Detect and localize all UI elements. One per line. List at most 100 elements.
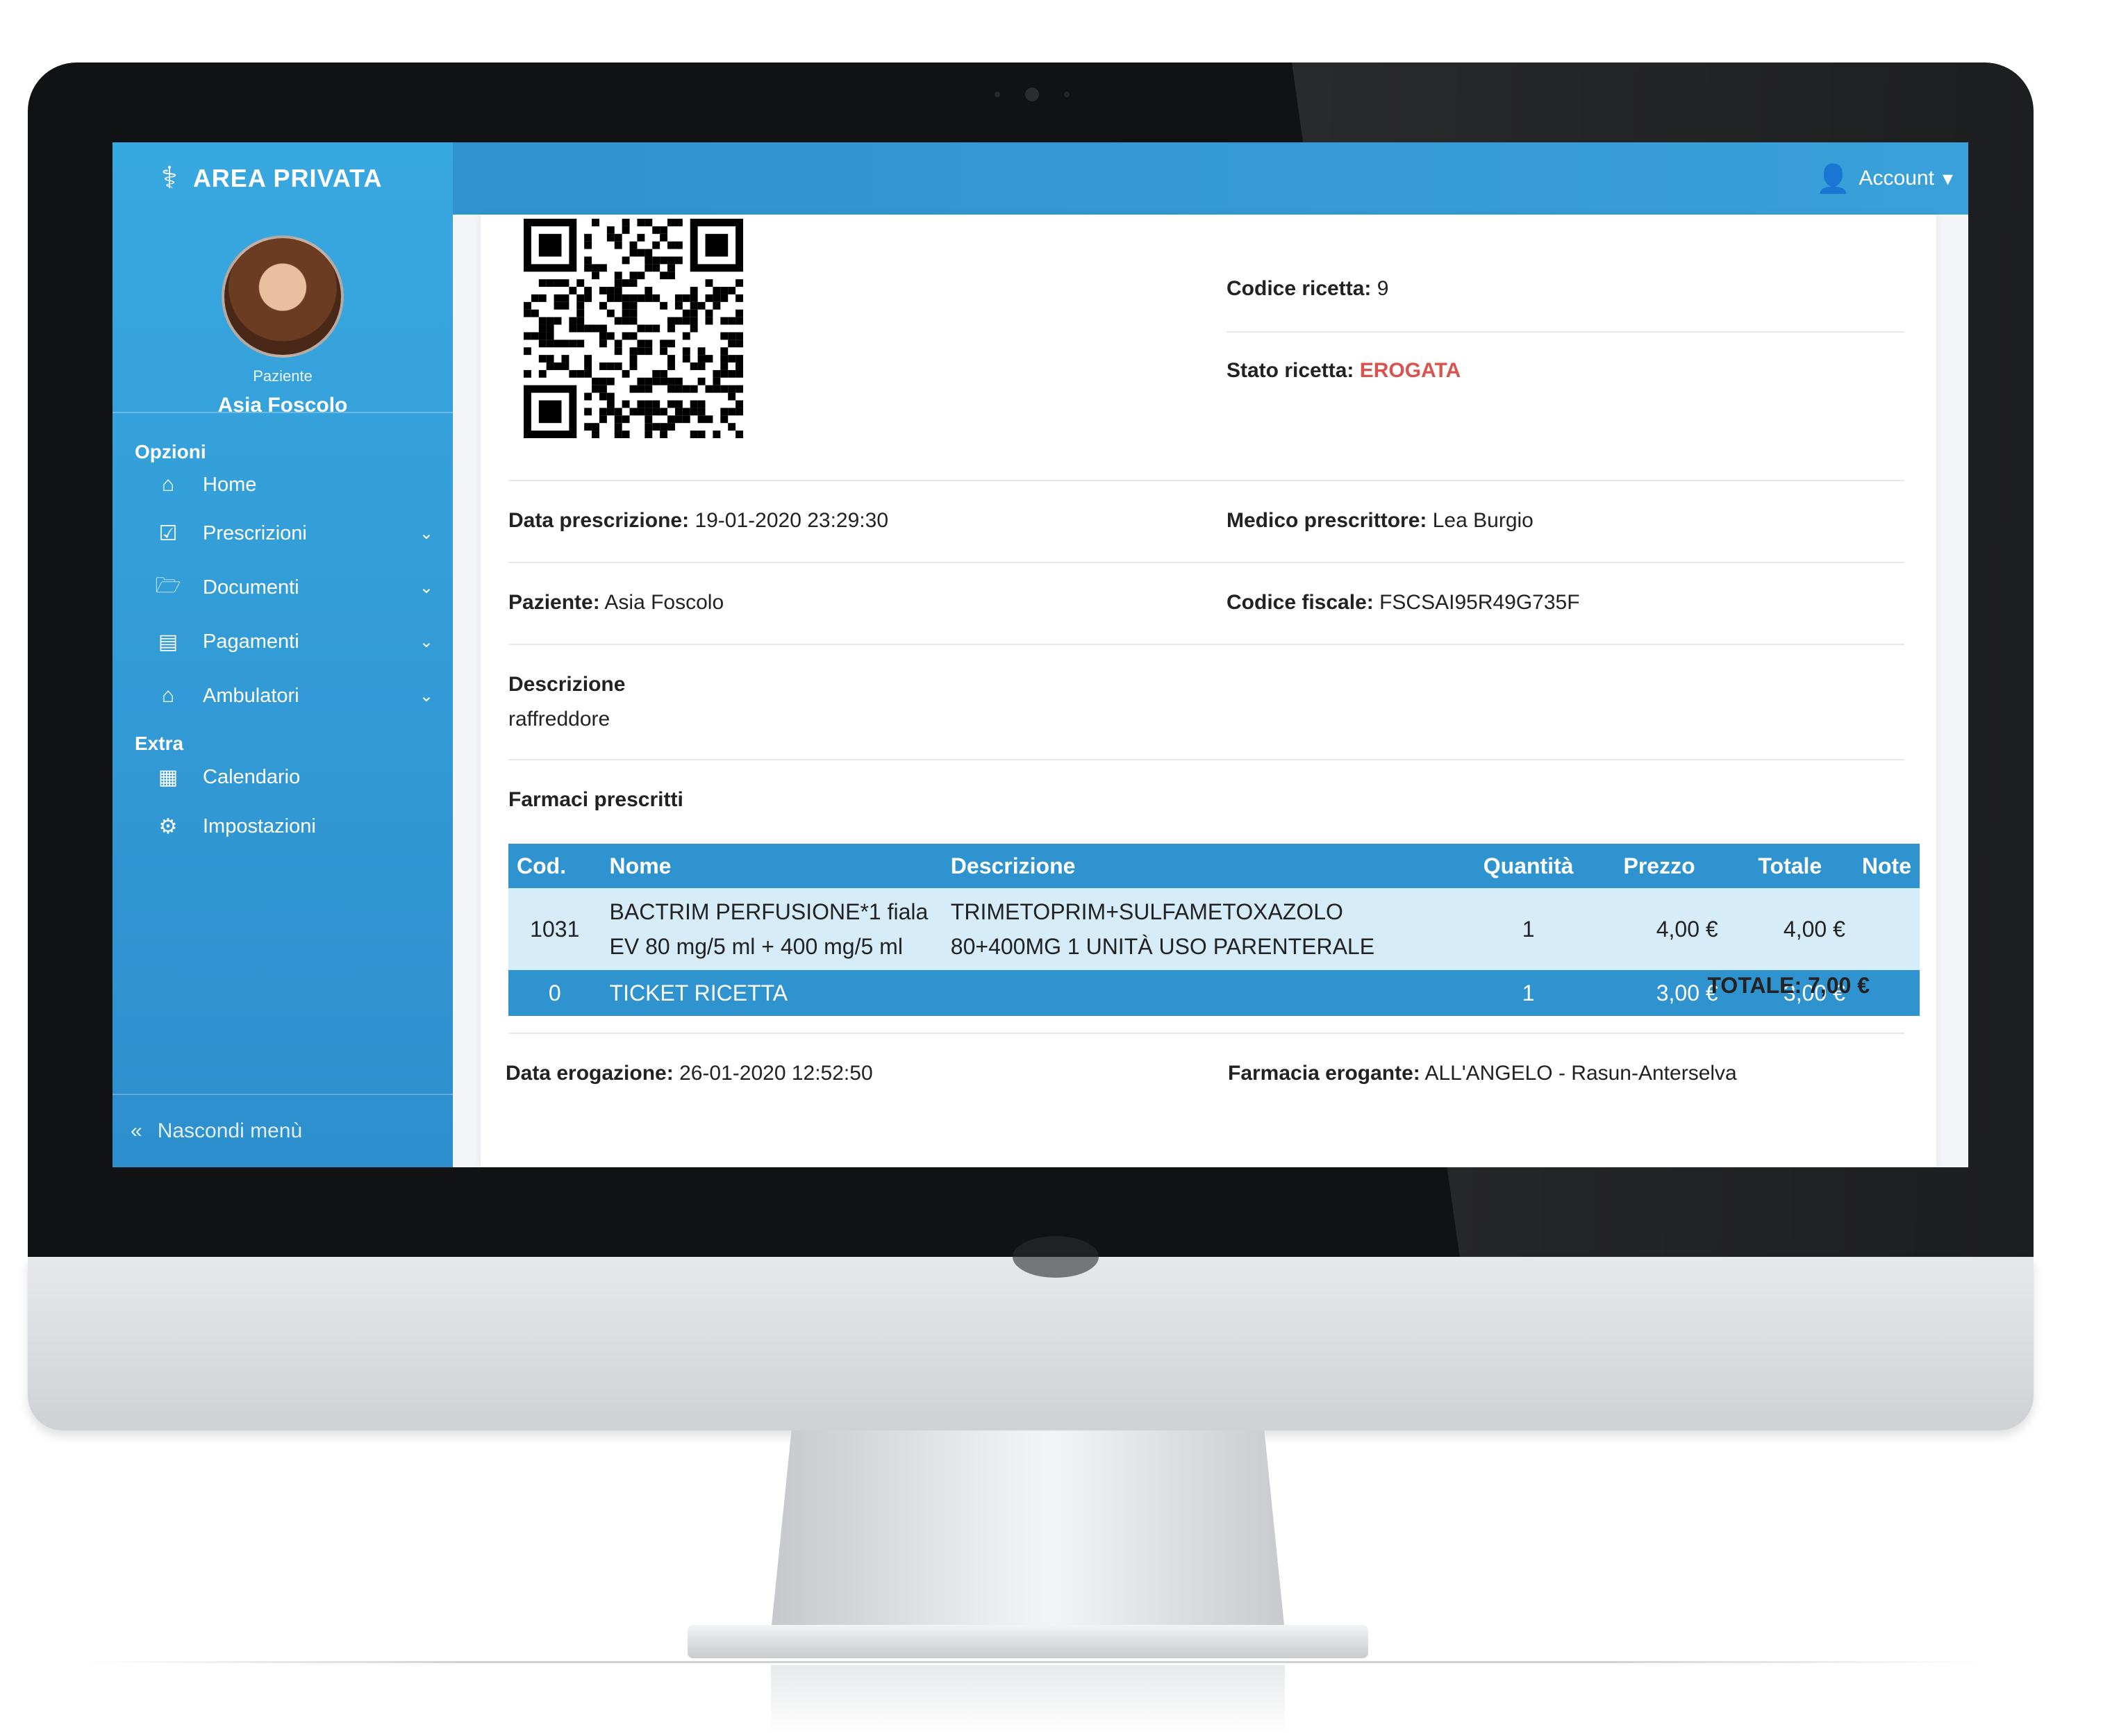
codice-fiscale: Codice fiscale: FSCSAI95R49G735F bbox=[1227, 591, 1580, 615]
chevron-down-icon[interactable]: ⌄ bbox=[419, 524, 433, 544]
camera-icon bbox=[1025, 87, 1039, 101]
descrizione-value: raffreddore bbox=[508, 708, 610, 731]
hide-menu-button[interactable]: « Nascondi menù bbox=[113, 1094, 453, 1167]
descrizione-label: Descrizione bbox=[508, 673, 626, 696]
farmaci-title: Farmaci prescritti bbox=[508, 788, 683, 811]
double-chevron-left-icon: « bbox=[131, 1119, 142, 1142]
sidebar-item-impostazioni[interactable]: ⚙ Impostazioni bbox=[113, 799, 453, 853]
codice-fiscale-label: Codice fiscale: bbox=[1227, 591, 1374, 614]
sidebar-item-calendario[interactable]: ▦ Calendario bbox=[113, 755, 453, 799]
monitor-foot bbox=[688, 1625, 1368, 1658]
gear-icon: ⚙ bbox=[158, 815, 178, 838]
sidebar-item-label: Home bbox=[203, 473, 257, 496]
account-menu[interactable]: 👤 Account ▾ bbox=[1816, 158, 1953, 199]
profile-name: Asia Foscolo bbox=[217, 394, 348, 417]
data-prescrizione-label: Data prescrizione: bbox=[508, 509, 690, 532]
caret-down-icon: ▾ bbox=[1942, 167, 1953, 190]
sensor-dot bbox=[995, 92, 1000, 97]
sidebar-item-home[interactable]: ⌂ Home bbox=[113, 463, 453, 506]
account-label: Account bbox=[1859, 167, 1934, 190]
farmacia-label: Farmacia erogante: bbox=[1228, 1062, 1420, 1085]
column-header: Cod. bbox=[508, 844, 601, 888]
calendar-check-icon: ☑ bbox=[158, 521, 178, 545]
topbar: 👤 Account ▾ bbox=[453, 142, 1968, 215]
cell-cod: 1031 bbox=[508, 888, 601, 970]
cell-prezzo: 3,00 € bbox=[1592, 970, 1727, 1016]
brand[interactable]: ⚕ AREA PRIVATA bbox=[113, 142, 453, 215]
data-erogazione: Data erogazione: 26-01-2020 12:52:50 bbox=[506, 1062, 873, 1085]
cell-nome: TICKET RICETTA bbox=[601, 970, 942, 1016]
codice-ricetta: Codice ricetta: 9 bbox=[1227, 277, 1388, 301]
calendar-icon: ▦ bbox=[158, 765, 178, 789]
hide-menu-label: Nascondi menù bbox=[157, 1119, 303, 1142]
cell-descrizione-line: TRIMETOPRIM+SULFAMETOXAZOLO bbox=[950, 899, 1343, 924]
cell-quantita: 1 bbox=[1464, 970, 1593, 1016]
paziente-value: Asia Foscolo bbox=[604, 591, 724, 614]
sidebar-item-label: Calendario bbox=[203, 765, 301, 788]
medico-prescrittore: Medico prescrittore: Lea Burgio bbox=[1227, 509, 1533, 533]
column-header: Descrizione bbox=[942, 844, 1465, 888]
status-badge: EROGATA bbox=[1359, 359, 1461, 382]
sidebar-item-label: Prescrizioni bbox=[203, 521, 307, 544]
house-medical-icon: ⌂ bbox=[161, 684, 175, 707]
table-header-row: Cod. Nome Descrizione Quantità Prezzo To… bbox=[508, 844, 1920, 888]
profile-role: Paziente bbox=[253, 367, 313, 385]
monitor-chin bbox=[28, 1236, 2034, 1430]
column-header: Prezzo bbox=[1592, 844, 1727, 888]
codice-ricetta-label: Codice ricetta: bbox=[1227, 277, 1372, 300]
divider bbox=[508, 759, 1904, 760]
column-header: Totale bbox=[1726, 844, 1854, 888]
sensor-dot bbox=[1064, 92, 1070, 97]
sidebar-item-prescrizioni[interactable]: ☑ Prescrizioni ⌄ bbox=[113, 506, 453, 560]
codice-fiscale-value: FSCSAI95R49G735F bbox=[1379, 591, 1580, 614]
farmacia-erogante: Farmacia erogante: ALL'ANGELO - Rasun-An… bbox=[1228, 1062, 1737, 1085]
totale-value: 7,00 € bbox=[1808, 973, 1870, 998]
qr-code bbox=[524, 219, 743, 438]
cell-descrizione bbox=[942, 970, 1465, 1016]
data-erogazione-value: 26-01-2020 12:52:50 bbox=[679, 1062, 873, 1085]
column-header: Note bbox=[1853, 844, 1920, 888]
sidebar-item-label: Impostazioni bbox=[203, 815, 316, 837]
sidebar-item-pagamenti[interactable]: ▤ Pagamenti ⌄ bbox=[113, 615, 453, 669]
cell-descrizione-line: 80+400MG 1 UNITÀ USO PARENTERALE bbox=[950, 934, 1375, 959]
stato-ricetta: Stato ricetta: EROGATA bbox=[1227, 359, 1461, 383]
sidebar-item-documenti[interactable]: 🗁 Documenti ⌄ bbox=[113, 560, 453, 615]
chevron-down-icon[interactable]: ⌄ bbox=[419, 686, 433, 706]
totale-label: TOTALE: bbox=[1707, 973, 1802, 998]
section-label-extra: Extra bbox=[135, 733, 184, 754]
section-label-opzioni: Opzioni bbox=[135, 441, 206, 462]
column-header: Nome bbox=[601, 844, 942, 888]
avatar bbox=[222, 235, 344, 358]
cell-prezzo: 4,00 € bbox=[1592, 888, 1727, 970]
codice-ricetta-value: 9 bbox=[1377, 277, 1389, 300]
prescription-card: Codice ricetta: 9 Stato ricetta: EROGATA… bbox=[481, 215, 1936, 1167]
data-prescrizione-value: 19-01-2020 23:29:30 bbox=[695, 509, 889, 532]
cell-totale: 4,00 € bbox=[1726, 888, 1854, 970]
table-row[interactable]: 1031 BACTRIM PERFUSIONE*1 fiala EV 80 mg… bbox=[508, 888, 1920, 970]
floor-line bbox=[83, 1661, 1986, 1663]
sidebar-item-ambulatori[interactable]: ⌂ Ambulatori ⌄ bbox=[113, 669, 453, 723]
money-bill-icon: ▤ bbox=[158, 630, 178, 653]
profile: Paziente Asia Foscolo bbox=[113, 215, 453, 417]
cell-nome-line: BACTRIM PERFUSIONE*1 fiala bbox=[609, 899, 929, 924]
paziente-label: Paziente: bbox=[508, 591, 600, 614]
chevron-down-icon[interactable]: ⌄ bbox=[419, 578, 433, 598]
stethoscope-icon: ⚕ bbox=[161, 161, 178, 195]
divider bbox=[508, 480, 1904, 481]
divider bbox=[508, 562, 1904, 563]
sidebar-item-label: Pagamenti bbox=[203, 630, 299, 653]
brand-title: AREA PRIVATA bbox=[192, 164, 383, 192]
folder-open-icon: 🗁 bbox=[155, 574, 181, 597]
cell-note bbox=[1853, 888, 1920, 970]
farmacia-value: ALL'ANGELO - Rasun-Anterselva bbox=[1424, 1062, 1737, 1085]
stand-reflection bbox=[771, 1665, 1285, 1736]
chevron-down-icon[interactable]: ⌄ bbox=[419, 632, 433, 652]
cell-quantita: 1 bbox=[1464, 888, 1593, 970]
cell-descrizione: TRIMETOPRIM+SULFAMETOXAZOLO 80+400MG 1 U… bbox=[942, 888, 1465, 970]
cell-cod: 0 bbox=[508, 970, 601, 1016]
sidebar-item-label: Documenti bbox=[203, 576, 299, 599]
cell-nome-line: EV 80 mg/5 ml + 400 mg/5 ml bbox=[609, 934, 903, 959]
divider bbox=[508, 1033, 1904, 1034]
medico-label: Medico prescrittore: bbox=[1227, 509, 1427, 532]
logo-shadow bbox=[1013, 1236, 1099, 1278]
